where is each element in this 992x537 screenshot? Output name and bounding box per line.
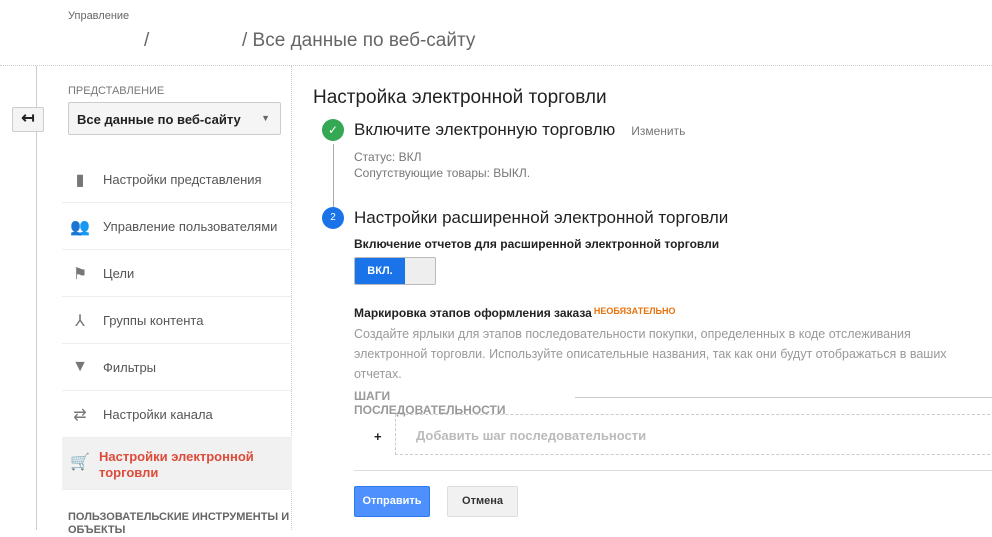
related-products-text: Сопутствующие товары: ВЫКЛ. — [354, 166, 531, 180]
sidebar-item-users[interactable]: 👥 Управление пользователями — [62, 203, 292, 250]
channel-icon: ⇄ — [73, 407, 87, 424]
sidebar-item-label: Настройки канала — [103, 407, 213, 422]
view-select[interactable]: Все данные по веб-сайту ▼ — [68, 102, 281, 135]
checkout-label-text: Маркировка этапов оформления заказа — [354, 306, 592, 320]
step1-title-text: Включите электронную торговлю — [354, 120, 616, 139]
sidebar-item-goals[interactable]: ⚑ Цели — [62, 250, 292, 297]
chevron-down-icon: ▼ — [261, 113, 270, 123]
step-number-icon: 2 — [322, 207, 344, 229]
breadcrumb-view[interactable]: / Все данные по веб-сайту — [242, 30, 475, 52]
rail-line — [36, 66, 37, 530]
steps-heading: ШАГИ ПОСЛЕДОВАТЕЛЬНОСТИ — [354, 389, 506, 417]
checkout-description: Создайте ярлыки для этапов последователь… — [354, 327, 947, 381]
sidebar-item-filters[interactable]: ▼ Фильтры — [62, 344, 292, 391]
section-label: Управление — [68, 10, 130, 22]
add-step-input[interactable]: Добавить шаг последовательности — [395, 414, 992, 455]
change-link[interactable]: Изменить — [631, 124, 685, 138]
users-icon: 👥 — [70, 219, 90, 236]
view-label: ПРЕДСТАВЛЕНИЕ — [68, 85, 165, 97]
enable-label: Включение отчетов для расширенной электр… — [354, 237, 720, 251]
sidebar-item-label: Настройки электронной торговли — [99, 449, 254, 480]
breadcrumb-separator: / — [144, 30, 150, 51]
filter-icon: ▼ — [72, 358, 88, 375]
sidebar-item-label: Управление пользователями — [103, 219, 278, 234]
sidebar-item-label: Группы контента — [103, 313, 204, 328]
step2-title: Настройки расширенной электронной торгов… — [354, 208, 729, 227]
sidebar: ПРЕДСТАВЛЕНИЕ Все данные по веб-сайту ▼ ▮… — [62, 66, 292, 536]
sidebar-item-view-settings[interactable]: ▮ Настройки представления — [62, 156, 292, 203]
status-text: Статус: ВКЛ — [354, 150, 422, 164]
step-connector — [333, 144, 334, 214]
step1-title: Включите электронную торговлю Изменить — [354, 120, 685, 140]
divider — [575, 397, 992, 398]
page-title: Настройка электронной торговли — [313, 87, 607, 108]
sidebar-item-label: Фильтры — [103, 360, 157, 375]
flag-icon: ⚑ — [72, 266, 88, 283]
back-arrow-icon[interactable]: ↤ — [12, 107, 44, 132]
content-groups-icon: ⅄ — [75, 313, 85, 330]
submit-button[interactable]: Отправить — [354, 486, 430, 517]
sidebar-item-content-groups[interactable]: ⅄ Группы контента — [62, 297, 292, 344]
sidebar-item-label: Настройки представления — [103, 172, 262, 187]
document-icon: ▮ — [75, 172, 85, 189]
checkout-label: Маркировка этапов оформления заказа НЕОБЯ… — [354, 306, 676, 320]
check-icon: ✓ — [322, 119, 344, 141]
sidebar-item-ecommerce[interactable]: 🛒 Настройки электронной торговли — [62, 438, 292, 490]
divider — [354, 470, 992, 471]
toggle-on-label: ВКЛ. — [355, 258, 405, 284]
cart-icon: 🛒 — [70, 454, 90, 471]
sidebar-item-channel[interactable]: ⇄ Настройки канала — [62, 391, 292, 438]
optional-badge: НЕОБЯЗАТЕЛЬНО — [593, 306, 676, 316]
plus-icon[interactable]: + — [374, 429, 382, 444]
sidebar-item-label: Цели — [103, 266, 135, 281]
view-select-value: Все данные по веб-сайту — [77, 112, 241, 127]
cancel-button[interactable]: Отмена — [447, 486, 518, 517]
custom-tools-heading: ПОЛЬЗОВАТЕЛЬСКИЕ ИНСТРУМЕНТЫ И ОБЪЕКТЫ — [68, 511, 290, 536]
enhanced-ecommerce-toggle[interactable]: ВКЛ. — [354, 257, 436, 285]
header: Управление / / Все данные по веб-сайту — [0, 0, 992, 66]
